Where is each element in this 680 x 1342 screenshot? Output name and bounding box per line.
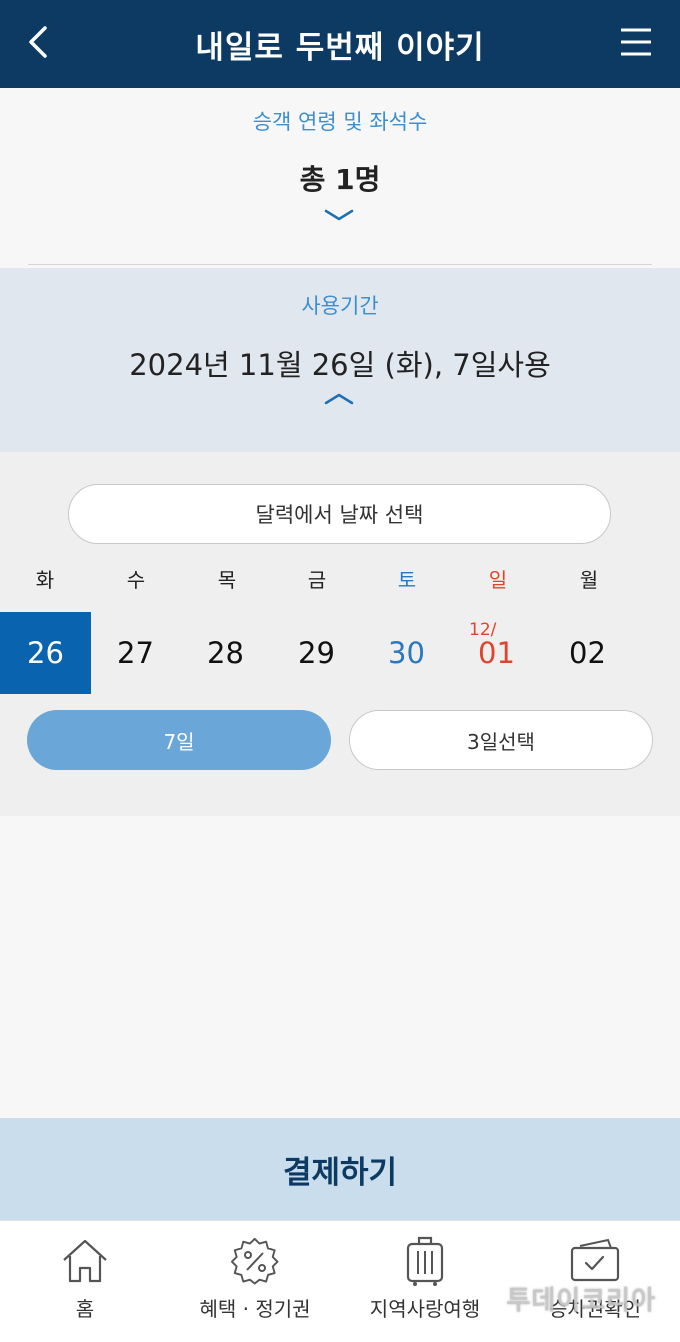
app-header: 내일로 두번째 이야기 [0, 0, 680, 88]
chevron-down-icon [324, 209, 354, 221]
weekday-label-saturday: 토 [397, 568, 417, 592]
date-cell[interactable]: 28 [180, 612, 271, 694]
nav-label: 지역사랑여행 [369, 1297, 481, 1321]
back-button[interactable] [18, 22, 58, 62]
suitcase-icon [406, 1236, 444, 1286]
passenger-count: 총 1명 [299, 163, 381, 196]
weekday-row: 화 수 목 금 토 일 월 [0, 564, 680, 596]
pay-button[interactable]: 결제하기 [0, 1118, 680, 1220]
divider [28, 264, 652, 265]
menu-button[interactable] [614, 22, 658, 62]
passenger-toggle[interactable] [322, 208, 356, 222]
date-cell-selected[interactable]: 26 [0, 612, 91, 694]
chevron-up-icon [324, 393, 354, 405]
date-number: 01 [478, 636, 515, 670]
period-value: 2024년 11월 26일 (화), 7일사용 [129, 348, 551, 382]
weekday-label-sunday: 일 [488, 568, 508, 592]
date-cell-saturday[interactable]: 30 [361, 612, 452, 694]
nav-item-benefits[interactable]: 혜택 · 정기권 [170, 1221, 340, 1342]
duration-3day-button[interactable]: 3일선택 [349, 710, 653, 770]
date-cell[interactable]: 27 [90, 612, 181, 694]
watermark-logo: 투데이코리아 [506, 1286, 656, 1316]
weekday-label: 목 [217, 568, 237, 592]
date-cell-sunday[interactable]: 12/ 01 [451, 612, 542, 694]
date-picker-panel: 달력에서 날짜 선택 화 수 목 금 토 일 월 26 27 28 29 30 … [0, 452, 680, 816]
period-label: 사용기간 [301, 294, 379, 318]
date-cell[interactable]: 29 [271, 612, 362, 694]
discount-badge-icon [230, 1237, 279, 1285]
nav-item-home[interactable]: 홈 [0, 1221, 170, 1342]
usage-period-section[interactable]: 사용기간 2024년 11월 26일 (화), 7일사용 [0, 268, 680, 452]
weekday-label: 금 [307, 568, 327, 592]
nav-label: 홈 [75, 1297, 95, 1321]
chevron-left-icon [29, 26, 47, 58]
weekday-label: 화 [35, 568, 55, 592]
passenger-section[interactable]: 승객 연령 및 좌석수 총 1명 [0, 88, 680, 268]
page-title: 내일로 두번째 이야기 [195, 29, 485, 66]
duration-7day-button[interactable]: 7일 [27, 710, 331, 770]
calendar-select-button[interactable]: 달력에서 날짜 선택 [68, 484, 611, 544]
hamburger-menu-icon [621, 28, 651, 56]
period-toggle[interactable] [322, 392, 356, 406]
weekday-label: 수 [126, 568, 146, 592]
date-cell[interactable]: 02 [542, 612, 633, 694]
passenger-label: 승객 연령 및 좌석수 [252, 110, 428, 134]
month-prefix: 12/ [469, 620, 497, 640]
ticket-check-icon [570, 1238, 620, 1282]
weekday-label: 월 [579, 568, 599, 592]
home-icon [63, 1239, 107, 1283]
nav-label: 혜택 · 정기권 [199, 1297, 311, 1321]
date-row: 26 27 28 29 30 12/ 01 02 [0, 612, 680, 694]
nav-item-regional-travel[interactable]: 지역사랑여행 [340, 1221, 510, 1342]
